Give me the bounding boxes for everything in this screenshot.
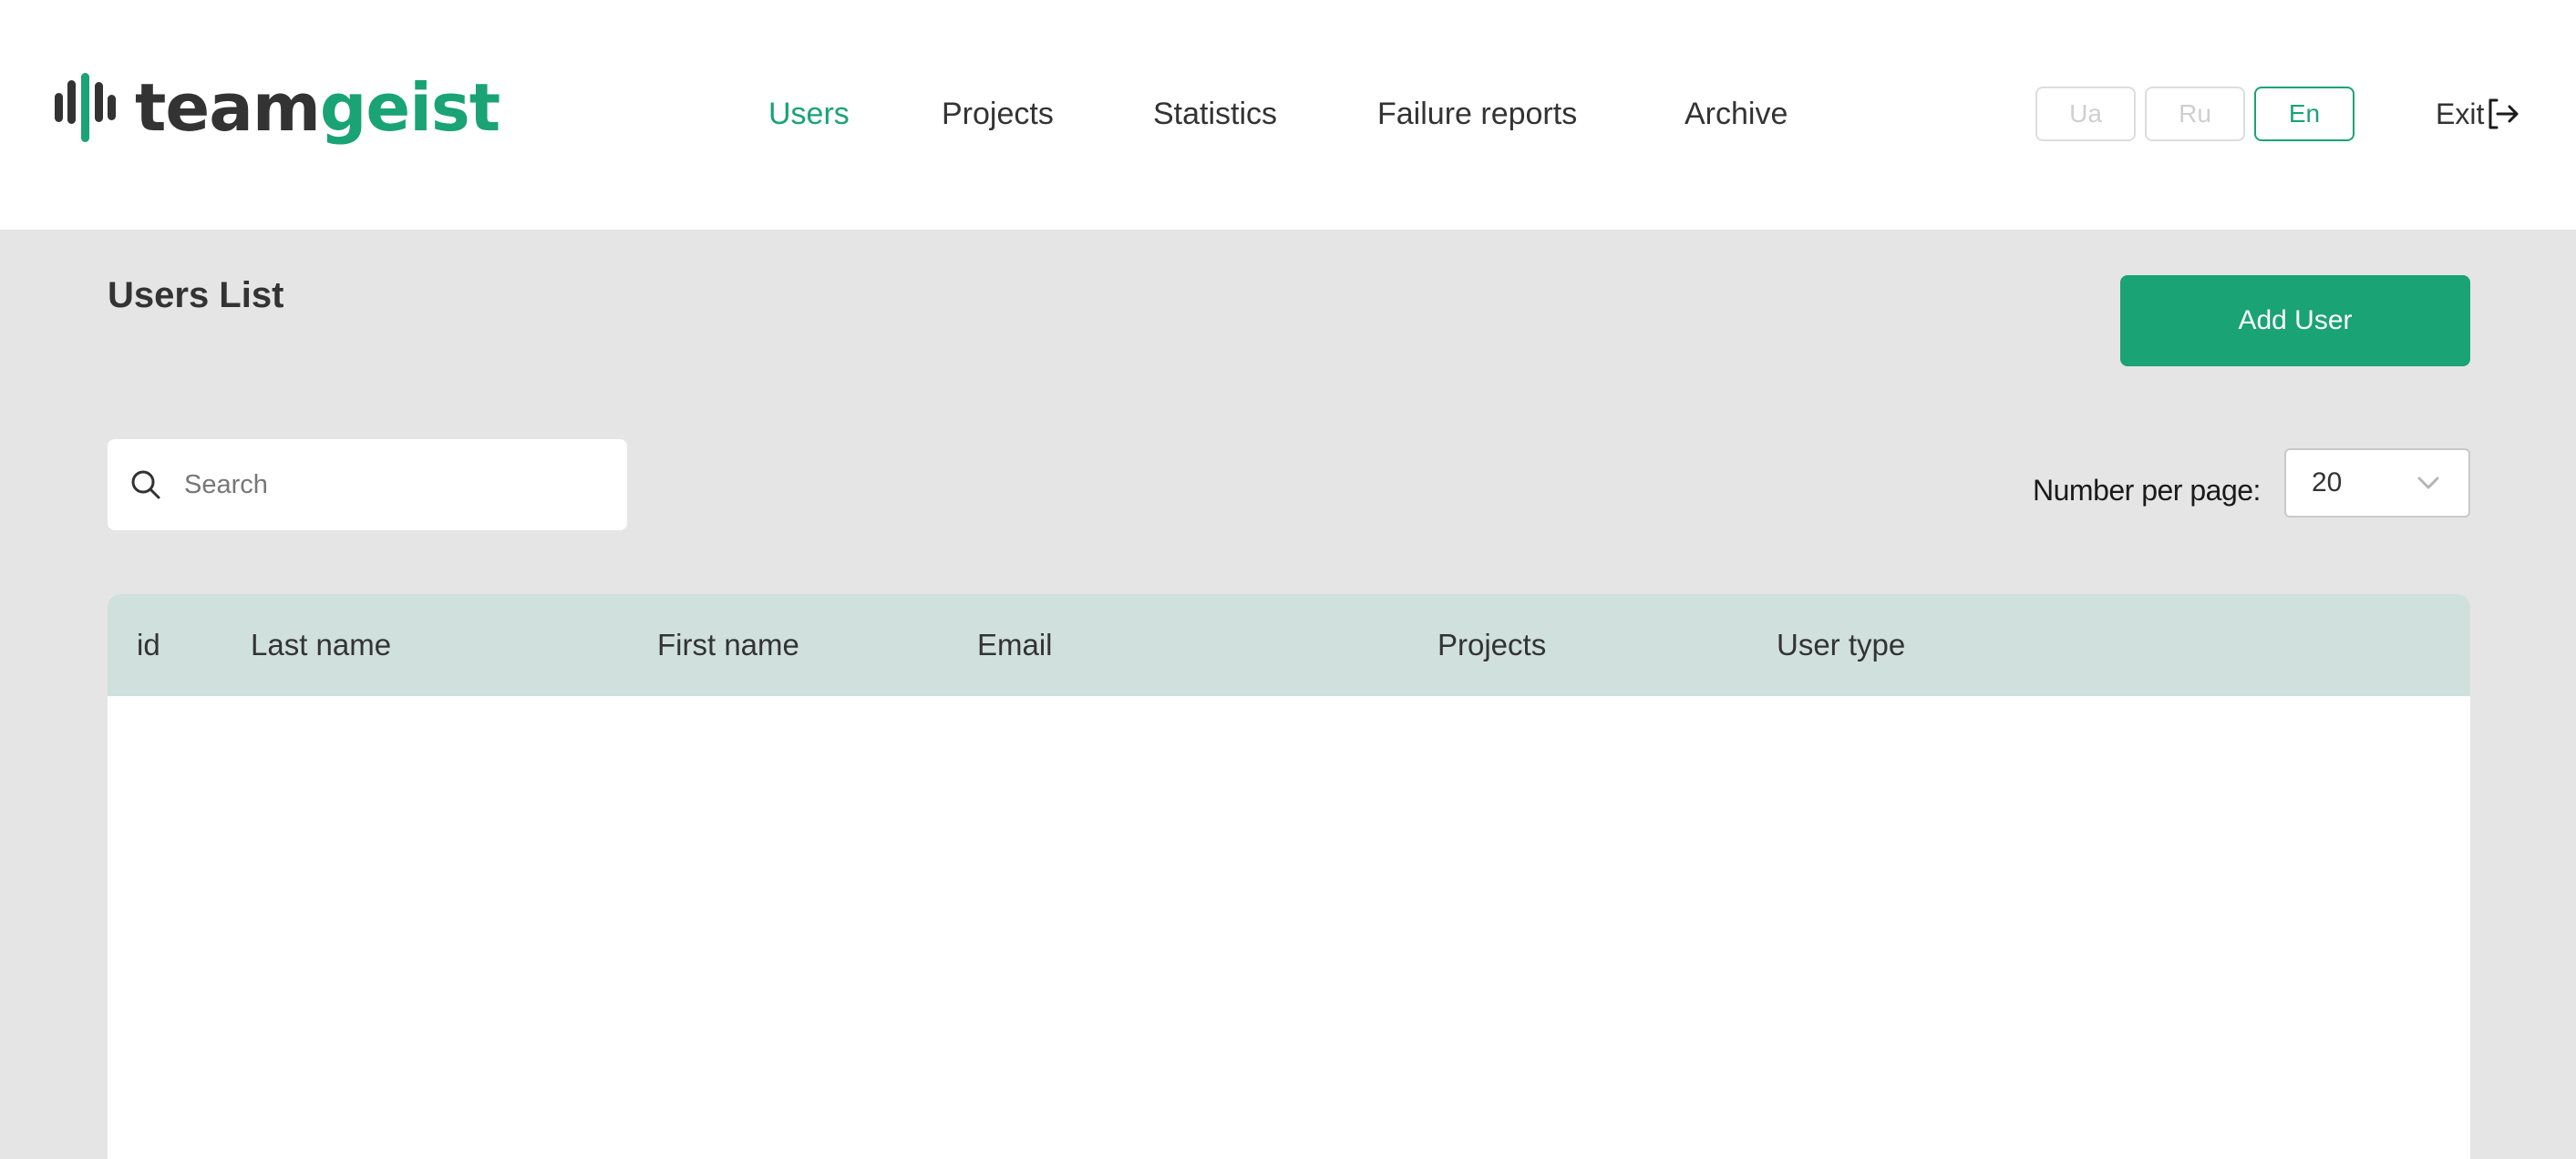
logo-sound-wave-icon: [55, 73, 116, 142]
add-user-button[interactable]: Add User: [2120, 275, 2470, 366]
lang-ru-button[interactable]: Ru: [2145, 87, 2245, 141]
search-box[interactable]: [108, 439, 627, 530]
nav-failure-reports[interactable]: Failure reports: [1377, 89, 1577, 138]
nav-statistics[interactable]: Statistics: [1153, 89, 1277, 138]
page-title: Users List: [108, 275, 284, 315]
per-page-select[interactable]: 20: [2284, 448, 2470, 518]
search-input[interactable]: [182, 457, 602, 512]
nav-archive[interactable]: Archive: [1685, 89, 1788, 138]
chevron-down-icon: [2417, 477, 2439, 489]
column-header-last-name[interactable]: Last name: [251, 594, 391, 696]
exit-label: Exit: [2436, 97, 2485, 130]
per-page-label: Number per page:: [2033, 474, 2261, 507]
column-header-email[interactable]: Email: [977, 594, 1053, 696]
nav-projects[interactable]: Projects: [942, 89, 1054, 138]
column-header-user-type[interactable]: User type: [1777, 594, 1905, 696]
exit-button[interactable]: Exit: [2436, 89, 2520, 138]
lang-en-button[interactable]: En: [2254, 87, 2354, 141]
nav-users[interactable]: Users: [768, 89, 850, 138]
table-header: id Last name First name Email Projects U…: [108, 594, 2470, 696]
per-page-value: 20: [2312, 467, 2343, 497]
table-body: [108, 696, 2470, 1159]
logo-text-team: team: [135, 69, 321, 146]
search-icon: [131, 470, 160, 499]
logo[interactable]: teamgeist: [55, 69, 500, 146]
logo-text-geist: geist: [319, 69, 500, 146]
column-header-first-name[interactable]: First name: [657, 594, 799, 696]
column-header-projects[interactable]: Projects: [1437, 594, 1546, 696]
logout-arrow-icon: [2488, 98, 2519, 129]
top-header: teamgeist Users Projects Statistics Fail…: [0, 0, 2576, 230]
logo-text: teamgeist: [135, 75, 500, 140]
lang-ua-button[interactable]: Ua: [2035, 87, 2136, 141]
column-header-id[interactable]: id: [137, 594, 160, 696]
users-table: id Last name First name Email Projects U…: [108, 594, 2470, 1159]
